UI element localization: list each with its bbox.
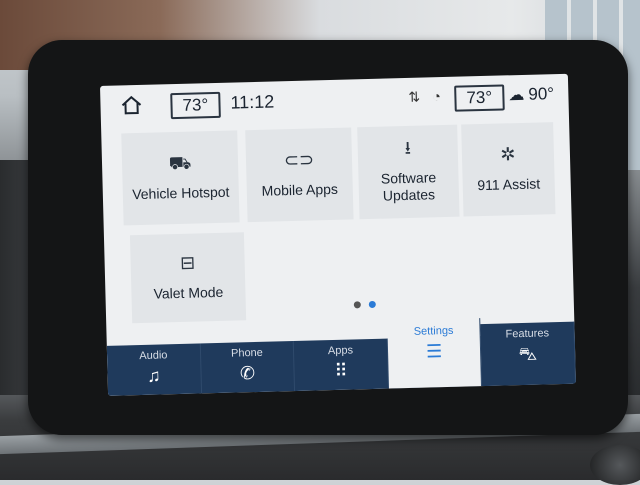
grid-icon: ⠿ — [334, 360, 348, 381]
tile-label: 911 Assist — [477, 175, 541, 193]
software-updates-button[interactable]: ⭳ Software Updates — [357, 124, 460, 220]
cabin-temp[interactable]: 73° — [170, 91, 221, 120]
nav-features[interactable]: Features ⛍ — [480, 321, 576, 387]
car-icon: ⛍ — [518, 343, 538, 365]
car-wifi-icon: ⛟ — [168, 152, 192, 173]
signal-arrows-icon: ⇅ — [408, 88, 421, 105]
nav-label: Audio — [139, 349, 168, 363]
tile-label: Software Updates — [380, 169, 437, 204]
infotainment-screen: 73° 11:12 ⇅ ◔ 73° ☁ 90° ⛟ Vehicle Hotspot… — [100, 73, 576, 396]
nav-phone[interactable]: Phone ✆ — [200, 341, 296, 394]
mobile-apps-button[interactable]: ⊂⊃ Mobile Apps — [245, 127, 354, 223]
car-lock-icon: ⊟ — [179, 252, 196, 273]
music-note-icon: ♫ — [146, 365, 161, 386]
page-dot-active[interactable] — [368, 300, 376, 309]
passenger-temp[interactable]: 73° — [454, 84, 505, 112]
vehicle-hotspot-button[interactable]: ⛟ Vehicle Hotspot — [121, 130, 240, 226]
phone-icon: ✆ — [239, 363, 256, 384]
home-icon[interactable] — [120, 95, 143, 116]
outside-temp: 90° — [528, 84, 555, 104]
outside-weather: ☁ 90° — [508, 84, 554, 105]
cloudy-sun-icon: ☁ — [508, 86, 525, 105]
page-indicator — [353, 300, 376, 309]
download-icon: ⭳ — [404, 137, 412, 159]
nav-label: Features — [505, 327, 550, 341]
wifi-icon: ◔ — [432, 88, 442, 105]
tile-label: Vehicle Hotspot — [131, 183, 230, 202]
link-icon: ⊂⊃ — [283, 148, 315, 170]
nav-audio[interactable]: Audio ♫ — [106, 343, 202, 396]
tile-label: Mobile Apps — [261, 180, 339, 199]
911-assist-button[interactable]: ✲ 911 Assist — [461, 122, 556, 217]
nav-label: Phone — [230, 346, 263, 360]
valet-mode-button[interactable]: ⊟ Valet Mode — [129, 232, 247, 324]
nav-settings[interactable]: Settings ☰ — [387, 318, 483, 389]
emergency-icon: ✲ — [500, 143, 516, 165]
sliders-icon: ☰ — [425, 341, 443, 362]
clock-time: 11:12 — [230, 91, 275, 113]
nav-label: Apps — [327, 344, 354, 358]
nav-label: Settings — [413, 324, 454, 338]
nav-apps[interactable]: Apps ⠿ — [293, 338, 389, 391]
tile-label: Valet Mode — [153, 283, 224, 302]
page-dot[interactable] — [353, 301, 361, 309]
